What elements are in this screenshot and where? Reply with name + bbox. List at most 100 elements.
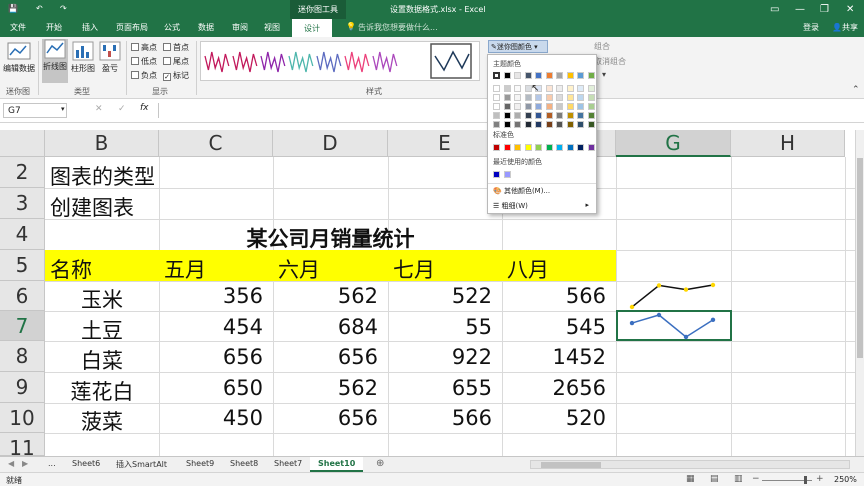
more-colors-item[interactable]: 🎨 其他颜色(M)... [493, 186, 593, 196]
scroll-right-icon[interactable]: ▶ [22, 459, 28, 468]
high-point-checkbox[interactable]: 高点 [131, 42, 157, 53]
theme-color-swatch[interactable] [587, 121, 595, 128]
tab-design[interactable]: 设计 [292, 19, 332, 37]
cell-b3[interactable]: 创建图表 [50, 192, 134, 222]
theme-color-swatch[interactable] [577, 103, 584, 110]
theme-color-swatch[interactable] [503, 112, 511, 119]
page-break-view-icon[interactable]: ▥ [734, 474, 743, 484]
standard-color-swatch[interactable] [493, 144, 500, 151]
theme-color-swatch[interactable] [545, 121, 553, 128]
first-point-checkbox[interactable]: 首点 [163, 42, 189, 53]
theme-color-swatch[interactable] [556, 94, 563, 101]
theme-color-swatch[interactable] [577, 94, 584, 101]
zoom-out-icon[interactable]: − [752, 474, 760, 484]
value-cell[interactable]: 566 [392, 406, 492, 430]
theme-color-swatch[interactable] [535, 121, 542, 128]
value-cell[interactable]: 454 [163, 315, 263, 339]
tab-home[interactable]: 开始 [46, 22, 62, 33]
row-header-5[interactable]: 5 [0, 250, 45, 281]
maximize-icon[interactable]: ❐ [820, 4, 829, 15]
header-august[interactable]: 八月 [507, 254, 549, 284]
theme-color-swatch[interactable] [556, 112, 563, 119]
theme-color-swatch[interactable] [524, 94, 532, 101]
theme-color-swatch[interactable] [503, 94, 511, 101]
scroll-left-icon[interactable]: ◀ [8, 459, 14, 468]
value-cell[interactable]: 656 [278, 345, 378, 369]
table-title[interactable]: 某公司月销量统计 [45, 223, 616, 253]
theme-color-swatch[interactable] [493, 72, 500, 79]
cell-b2[interactable]: 图表的类型 [50, 161, 155, 191]
theme-color-swatch[interactable] [524, 103, 532, 110]
clear-button[interactable]: ▾ [602, 70, 606, 79]
column-type-button[interactable]: 柱形图 [70, 41, 96, 74]
theme-color-swatch[interactable] [514, 72, 521, 79]
theme-color-swatch[interactable] [524, 112, 532, 119]
tab-file[interactable]: 文件 [10, 22, 26, 33]
theme-color-swatch[interactable] [535, 72, 542, 79]
recent-color-swatch[interactable] [503, 171, 511, 178]
theme-color-swatch[interactable] [587, 112, 595, 119]
edit-data-button[interactable]: 编辑数据 [3, 41, 35, 74]
redo-icon[interactable]: ↷ [60, 4, 67, 13]
sparkline-style-gallery[interactable] [200, 41, 480, 81]
theme-color-swatch[interactable] [503, 121, 511, 128]
sparkline-group[interactable] [616, 281, 731, 341]
zoom-slider-thumb[interactable] [804, 476, 807, 484]
header-may[interactable]: 五月 [164, 254, 206, 284]
theme-color-swatch[interactable] [514, 112, 521, 119]
ribbon-display-icon[interactable]: ▭ [770, 4, 779, 15]
theme-color-swatch[interactable] [556, 85, 563, 92]
recent-color-swatch[interactable] [493, 171, 500, 178]
winloss-type-button[interactable]: 盈亏 [98, 41, 122, 74]
value-cell[interactable]: 450 [163, 406, 263, 430]
value-cell[interactable]: 55 [392, 315, 492, 339]
vertical-scrollbar[interactable] [855, 130, 864, 456]
theme-color-swatch[interactable] [503, 103, 511, 110]
standard-color-swatch[interactable] [535, 144, 542, 151]
theme-color-swatch[interactable] [493, 85, 500, 92]
row-header-3[interactable]: 3 [0, 188, 45, 219]
value-cell[interactable]: 922 [392, 345, 492, 369]
weight-menu-item[interactable]: ☰ 粗细(W) ▸ [493, 201, 593, 211]
theme-color-swatch[interactable] [545, 72, 553, 79]
theme-color-swatch[interactable] [545, 103, 553, 110]
column-header-g[interactable]: G [616, 130, 731, 157]
share-button[interactable]: 👤共享 [832, 22, 858, 33]
row-name-cell[interactable]: 菠菜 [45, 406, 159, 436]
sheet-tab-sheet7[interactable]: Sheet7 [266, 457, 310, 472]
minimize-icon[interactable]: — [795, 4, 805, 15]
standard-color-swatch[interactable] [577, 144, 584, 151]
theme-color-swatch[interactable] [587, 85, 595, 92]
sheet-tab-more[interactable]: ... [40, 457, 64, 472]
theme-color-swatch[interactable] [587, 94, 595, 101]
value-cell[interactable]: 562 [278, 376, 378, 400]
value-cell[interactable]: 655 [392, 376, 492, 400]
enter-icon[interactable]: ✓ [118, 104, 126, 114]
theme-color-swatch[interactable] [577, 121, 584, 128]
page-layout-view-icon[interactable]: ▤ [710, 474, 719, 484]
theme-color-swatch[interactable] [577, 85, 584, 92]
row-name-cell[interactable]: 白菜 [45, 345, 159, 375]
column-header-e[interactable]: E [388, 130, 502, 157]
low-point-checkbox[interactable]: 低点 [131, 56, 157, 67]
zoom-in-icon[interactable]: + [816, 474, 824, 484]
login-link[interactable]: 登录 [803, 22, 819, 33]
markers-checkbox[interactable]: ✓ 标记 [163, 70, 189, 81]
theme-color-swatch[interactable] [524, 121, 532, 128]
theme-color-swatch[interactable] [577, 72, 584, 79]
theme-color-swatch[interactable] [493, 121, 500, 128]
gallery-style-option[interactable] [260, 51, 286, 73]
horizontal-scroll-thumb[interactable] [541, 462, 601, 468]
row-header-4[interactable]: 4 [0, 219, 45, 250]
theme-color-swatch[interactable] [566, 121, 574, 128]
theme-color-swatch[interactable] [556, 103, 563, 110]
theme-color-swatch[interactable] [545, 94, 553, 101]
standard-color-swatch[interactable] [587, 144, 595, 151]
column-header-h[interactable]: H [731, 130, 845, 157]
standard-color-swatch[interactable] [503, 144, 511, 151]
theme-color-swatch[interactable] [514, 121, 521, 128]
fx-icon[interactable]: fx [140, 103, 149, 113]
theme-color-swatch[interactable] [535, 103, 542, 110]
theme-color-swatch[interactable] [566, 72, 574, 79]
theme-color-swatch[interactable] [503, 72, 511, 79]
